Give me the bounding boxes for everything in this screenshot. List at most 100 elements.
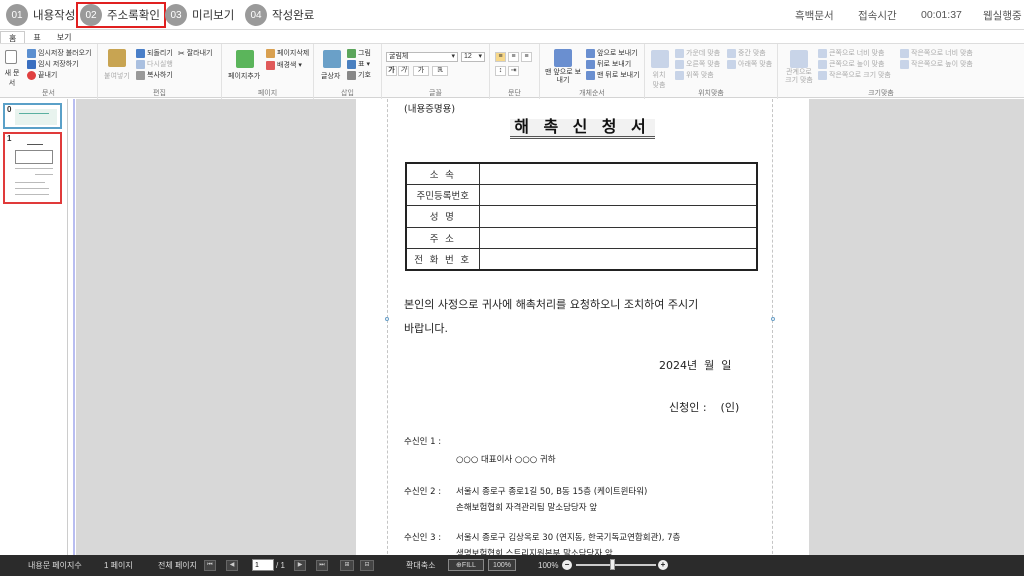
align-middle-obj-button[interactable]: 중간 맞춤 bbox=[727, 48, 766, 58]
save-temp-button[interactable]: 임시 저장하기 bbox=[27, 59, 79, 69]
fit-button[interactable]: ⊕ FILL bbox=[448, 559, 484, 571]
font-color-button[interactable]: 가 bbox=[413, 66, 429, 76]
recipient-1-label: 수신인 1 : bbox=[404, 437, 442, 447]
position-fit-button[interactable]: 위치 맞춤 bbox=[649, 70, 669, 90]
zoom-label: 확대축소 bbox=[406, 561, 436, 570]
image-button[interactable]: 그림 bbox=[347, 48, 371, 58]
page-input[interactable]: 1 bbox=[252, 559, 274, 571]
step-3-preview[interactable]: 03 미리보기 bbox=[165, 3, 234, 27]
textbox-button[interactable]: 글상자 bbox=[321, 71, 340, 81]
highlight-button[interactable]: ℝ bbox=[432, 66, 448, 76]
height-small-button[interactable]: 작은쪽으로 높이 맞춤 bbox=[900, 59, 973, 69]
last-page-button[interactable]: ⏭ bbox=[316, 560, 328, 571]
step-1-compose[interactable]: 01 내용작성 bbox=[6, 3, 75, 27]
align-center-obj-button[interactable]: 가운데 맞춤 bbox=[675, 48, 720, 58]
table-row: 주 소 bbox=[405, 226, 758, 250]
cut-button[interactable]: ✂ 잘라내기 bbox=[178, 48, 212, 58]
document-page[interactable]: (내용증명용) 해 촉 신 청 서 소 속 주민등록번호 성 명 주 소 전 화… bbox=[356, 99, 809, 555]
bold-button[interactable]: 가 bbox=[386, 66, 397, 76]
bottom-align-label: 아래쪽 맞춤 bbox=[738, 61, 773, 68]
divider-line bbox=[73, 99, 75, 555]
step-number: 01 bbox=[6, 4, 28, 26]
italic-button[interactable]: 가 bbox=[398, 66, 409, 76]
close-button[interactable]: 끝내기 bbox=[27, 70, 57, 80]
zoom-slider-handle[interactable] bbox=[610, 559, 615, 570]
close-icon bbox=[27, 70, 36, 80]
backward-button[interactable]: 뒤로 보내기 bbox=[586, 59, 631, 69]
delete-page-button[interactable]: 페이지삭제 bbox=[266, 48, 309, 58]
zoom-100-button[interactable]: 100% bbox=[488, 559, 516, 571]
tab-table[interactable]: 표 bbox=[25, 31, 48, 43]
align-center-button[interactable]: ≡ bbox=[508, 52, 519, 62]
resize-handle[interactable] bbox=[385, 317, 389, 321]
redo-icon bbox=[136, 59, 145, 69]
input-cell[interactable] bbox=[478, 205, 758, 228]
save-temp-label: 임시 저장하기 bbox=[38, 61, 79, 68]
load-temp-button[interactable]: 임시저장 불러오기 bbox=[27, 48, 91, 58]
align-left-button[interactable]: ≡ bbox=[495, 52, 506, 62]
input-cell[interactable] bbox=[478, 226, 758, 250]
font-size-select[interactable]: 12 ▾ bbox=[461, 52, 485, 62]
new-doc-button[interactable]: 새 문서 bbox=[3, 68, 21, 88]
thumbnail-cover[interactable]: 0 bbox=[3, 103, 62, 129]
prev-page-button[interactable]: ◀ bbox=[226, 560, 238, 571]
indent-button[interactable]: ⇥ bbox=[508, 66, 519, 76]
indent-icon: ⇥ bbox=[510, 67, 517, 74]
recipient-3-line-1: 서울시 종로구 김상옥로 30 (연지동, 한국기독교연합회관), 7층 bbox=[456, 533, 681, 543]
align-bottom-obj-button[interactable]: 아래쪽 맞춤 bbox=[727, 59, 772, 69]
width-small-button[interactable]: 작은쪽으로 너비 맞춤 bbox=[900, 48, 973, 58]
recipient-3-line-2: 생명보험협회 스트리지원본부 말소담당자 앞 bbox=[456, 549, 613, 555]
font-family-select[interactable]: 굴림체 ▾ bbox=[386, 52, 458, 62]
paste-button[interactable]: 붙여넣기 bbox=[104, 71, 130, 81]
input-cell[interactable] bbox=[478, 183, 758, 207]
table-row: 소 속 bbox=[405, 162, 758, 185]
zoom-out-button[interactable]: − bbox=[562, 560, 572, 570]
bg-color-button[interactable]: 배경색 ▾ bbox=[266, 60, 302, 70]
forward-button[interactable]: 앞으로 보내기 bbox=[586, 48, 638, 58]
next-page-button[interactable]: ▶ bbox=[294, 560, 306, 571]
image-icon bbox=[347, 48, 356, 58]
height-big-label: 큰쪽으로 높이 맞춤 bbox=[829, 61, 885, 68]
step-2-address-book[interactable]: 02 주소록확인 bbox=[76, 2, 166, 28]
height-big-button[interactable]: 큰쪽으로 높이 맞춤 bbox=[818, 59, 884, 69]
add-page-button[interactable]: 페이지추가 bbox=[228, 71, 260, 81]
page-divider bbox=[68, 99, 76, 555]
align-right-obj-button[interactable]: 오른쪽 맞춤 bbox=[675, 59, 720, 69]
ribbon: 새 문서 임시저장 불러오기 임시 저장하기 끝내기 문서 붙여넣기 되돌리기 … bbox=[0, 43, 1024, 99]
doc-title: 해 촉 신 청 서 bbox=[356, 113, 809, 139]
input-cell[interactable] bbox=[478, 162, 758, 185]
tab-home[interactable]: 홈 bbox=[0, 31, 26, 43]
table-row: 전 화 번 호 bbox=[405, 248, 758, 271]
undo-button[interactable]: 되돌리기 bbox=[136, 48, 173, 58]
size-fit-button[interactable]: 관계으로 크기 맞춤 bbox=[782, 69, 816, 85]
resize-handle[interactable] bbox=[771, 317, 775, 321]
zoom-slider[interactable] bbox=[576, 564, 656, 566]
add-page-status-button[interactable]: ⊞ bbox=[340, 560, 354, 571]
zoom-in-button[interactable]: + bbox=[658, 560, 668, 570]
run-status: 웹실행중 bbox=[983, 9, 1022, 22]
width-big-button[interactable]: 큰쪽으로 너비 맞춤 bbox=[818, 48, 884, 58]
remove-page-status-button[interactable]: ⊟ bbox=[360, 560, 374, 571]
input-cell[interactable] bbox=[478, 248, 758, 271]
group-page: 페이지추가 페이지삭제 배경색 ▾ 페이지 bbox=[222, 44, 314, 99]
symbol-button[interactable]: 기호 bbox=[347, 70, 371, 80]
bring-front-button[interactable]: 맨 앞으로 보내기 bbox=[543, 69, 583, 85]
send-back-label: 맨 뒤로 보내기 bbox=[597, 72, 640, 79]
thumbnail-page-1[interactable]: 1 bbox=[3, 132, 62, 204]
step-4-complete[interactable]: 04 작성완료 bbox=[245, 3, 314, 27]
symbol-icon bbox=[347, 70, 356, 80]
align-top-obj-button[interactable]: 위쪽 맞춤 bbox=[675, 70, 714, 80]
line-spacing-button[interactable]: ↕ bbox=[495, 66, 506, 76]
first-page-button[interactable]: ⏮ bbox=[204, 560, 216, 571]
height-icon bbox=[818, 59, 827, 69]
align-right-button[interactable]: ≡ bbox=[521, 52, 532, 62]
group-label: 위치맞춤 bbox=[698, 90, 724, 97]
copy-button[interactable]: 복사하기 bbox=[136, 70, 173, 80]
send-back-button[interactable]: 맨 뒤로 보내기 bbox=[586, 70, 640, 80]
redo-button[interactable]: 다시실행 bbox=[136, 59, 173, 69]
tab-view[interactable]: 보기 bbox=[49, 31, 80, 43]
group-font: 굴림체 ▾ 12 ▾ 가 가 가 ℝ 글꼴 bbox=[382, 44, 490, 99]
symbol-label: 기호 bbox=[358, 72, 371, 79]
size-small-button[interactable]: 작은쪽으로 크기 맞춤 bbox=[818, 70, 891, 80]
table-button[interactable]: 표 ▾ bbox=[347, 59, 370, 69]
